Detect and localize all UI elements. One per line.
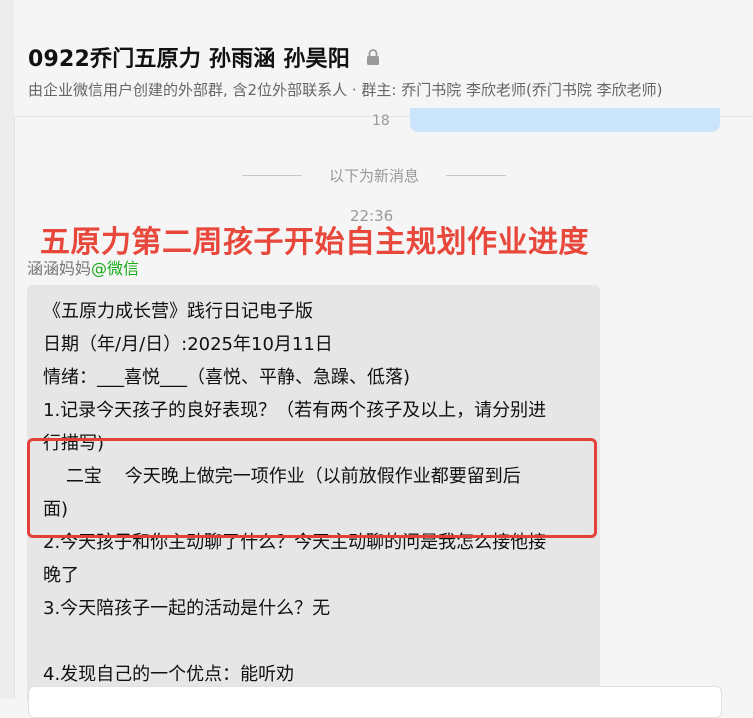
- message-line: 1.记录今天孩子的良好表现？（若有两个孩子及以上，请分别进: [43, 400, 547, 421]
- message-line: 晚了: [43, 565, 79, 586]
- message-input[interactable]: [28, 686, 722, 718]
- highlight-box: [27, 438, 597, 538]
- previous-message-bubble[interactable]: [410, 108, 720, 132]
- message-line: 《五原力成长营》践行日记电子版: [43, 301, 313, 322]
- message-line: 日期（年/月/日）:2025年10月11日: [43, 334, 333, 355]
- lock-icon: [366, 48, 380, 66]
- message-line: 情绪：___喜悦___（喜悦、平静、急躁、低落): [43, 367, 411, 388]
- sidebar-edge: [0, 0, 15, 699]
- previous-message-time: 18: [372, 113, 390, 129]
- message-line: 3.今天陪孩子一起的活动是什么？无: [43, 598, 331, 619]
- divider-text: 以下为新消息: [328, 166, 419, 185]
- title-row: 0922乔门五原力 孙雨涵 孙昊阳: [28, 40, 380, 74]
- sender-name[interactable]: 涵涵妈妈: [27, 259, 91, 278]
- divider-line-left: [242, 174, 302, 176]
- message-line: 4.发现自己的一个优点：能听劝: [43, 664, 295, 685]
- chat-title[interactable]: 0922乔门五原力 孙雨涵 孙昊阳: [28, 41, 350, 73]
- new-messages-divider: 以下为新消息: [242, 164, 506, 186]
- chat-header: 0922乔门五原力 孙雨涵 孙昊阳 由企业微信用户创建的外部群, 含2位外部联系…: [14, 0, 753, 117]
- divider-line-right: [445, 174, 506, 176]
- annotation-caption: 五原力第二周孩子开始自主规划作业进度: [40, 225, 589, 260]
- sender-source: @微信: [91, 259, 140, 278]
- chat-subtitle: 由企业微信用户创建的外部群, 含2位外部联系人 · 群主: 乔门书院 李欣老师(…: [28, 81, 663, 99]
